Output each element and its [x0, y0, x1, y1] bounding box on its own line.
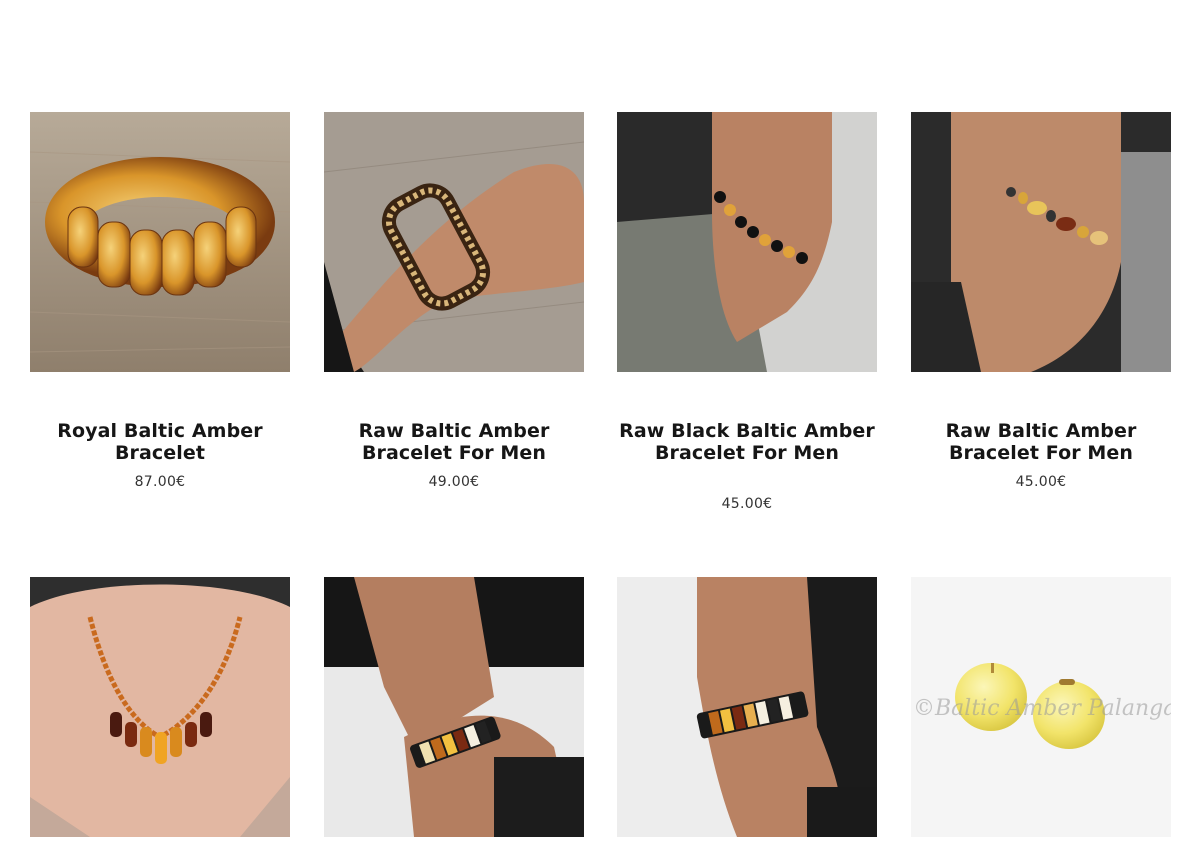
leather-amber-bracelet-photo — [617, 577, 877, 837]
product-image[interactable] — [30, 112, 290, 372]
product-price: 87.00€ — [134, 474, 186, 490]
product-image[interactable] — [911, 112, 1171, 372]
product-image[interactable] — [617, 577, 877, 837]
black-amber-bracelet-photo — [617, 112, 877, 372]
product-price: 45.00€ — [1015, 474, 1067, 490]
product-grid: Royal Baltic Amber Bracelet 87.00€ Raw B… — [0, 0, 1200, 850]
product-image[interactable] — [324, 577, 584, 837]
product-price: 45.00€ — [721, 496, 773, 512]
product-image[interactable]: ©Baltic Amber Palanga — [911, 577, 1171, 837]
amber-stud-earrings-photo: ©Baltic Amber Palanga — [911, 577, 1171, 837]
raw-amber-bracelet-photo — [911, 112, 1171, 372]
product-title[interactable]: Raw Black Baltic Amber Bracelet For Men — [617, 420, 877, 464]
product-image[interactable] — [617, 112, 877, 372]
product-title[interactable]: Raw Baltic Amber Bracelet For Men — [911, 420, 1171, 464]
leather-amber-bracelet-photo — [324, 577, 584, 837]
product-title[interactable]: Raw Baltic Amber Bracelet For Men — [324, 420, 584, 464]
product-title[interactable]: Royal Baltic Amber Bracelet — [30, 420, 290, 464]
watermark-text: ©Baltic Amber Palanga — [913, 696, 1171, 721]
amber-necklace-photo — [30, 577, 290, 837]
product-image[interactable] — [30, 577, 290, 837]
product-image[interactable] — [324, 112, 584, 372]
amber-bracelet-photo — [30, 112, 290, 372]
mens-bracelet-photo — [324, 112, 584, 372]
product-price: 49.00€ — [428, 474, 480, 490]
